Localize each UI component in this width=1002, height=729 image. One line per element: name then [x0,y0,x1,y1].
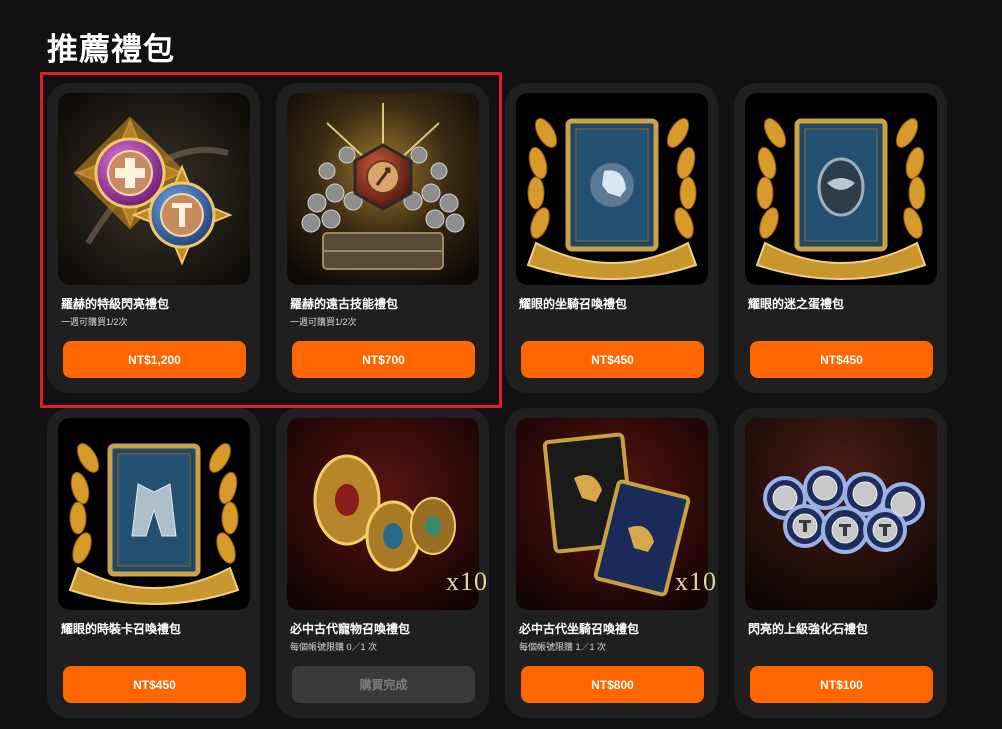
enhance-stones-icon [745,418,937,610]
buy-button[interactable]: NT$450 [750,341,933,378]
package-card[interactable]: 必中古代寵物召喚禮包 每個帳號限購 0／1 次 購買完成 [276,408,489,718]
costume-card-laurel-icon [58,418,250,610]
purchase-limit: 每個帳號限購 0／1 次 [290,642,378,652]
buy-button[interactable]: NT$800 [521,666,704,703]
quantity-badge: x10 [675,567,717,596]
purchased-button: 購買完成 [292,666,475,703]
package-name: 必中古代坐騎召喚禮包 [519,622,640,636]
package-card[interactable]: 耀眼的坐騎召喚禮包 NT$450 [505,83,718,393]
purchase-limit: 每個帳號限購 1／1 次 [519,642,607,652]
package-name: 耀眼的坐騎召喚禮包 [519,297,628,311]
package-name: 耀眼的迷之蛋禮包 [748,297,845,311]
selection-highlight [40,72,502,408]
page-title: 推薦禮包 [47,32,175,67]
package-card[interactable]: 閃亮的上級強化石禮包 NT$100 [734,408,947,718]
mount-card-laurel-icon [516,93,708,285]
package-card[interactable]: 耀眼的時裝卡召喚禮包 NT$450 [47,408,260,718]
package-name: 耀眼的時裝卡召喚禮包 [61,622,182,636]
quantity-badge: x10 [446,567,488,596]
buy-button[interactable]: NT$450 [63,666,246,703]
buy-button[interactable]: NT$450 [521,341,704,378]
package-name: 閃亮的上級強化石禮包 [748,622,869,636]
package-card[interactable]: 耀眼的迷之蛋禮包 NT$450 [734,83,947,393]
package-card[interactable]: 必中古代坐騎召喚禮包 每個帳號限購 1／1 次 NT$800 [505,408,718,718]
mystery-egg-card-laurel-icon [745,93,937,285]
buy-button[interactable]: NT$100 [750,666,933,703]
package-name: 必中古代寵物召喚禮包 [290,622,411,636]
